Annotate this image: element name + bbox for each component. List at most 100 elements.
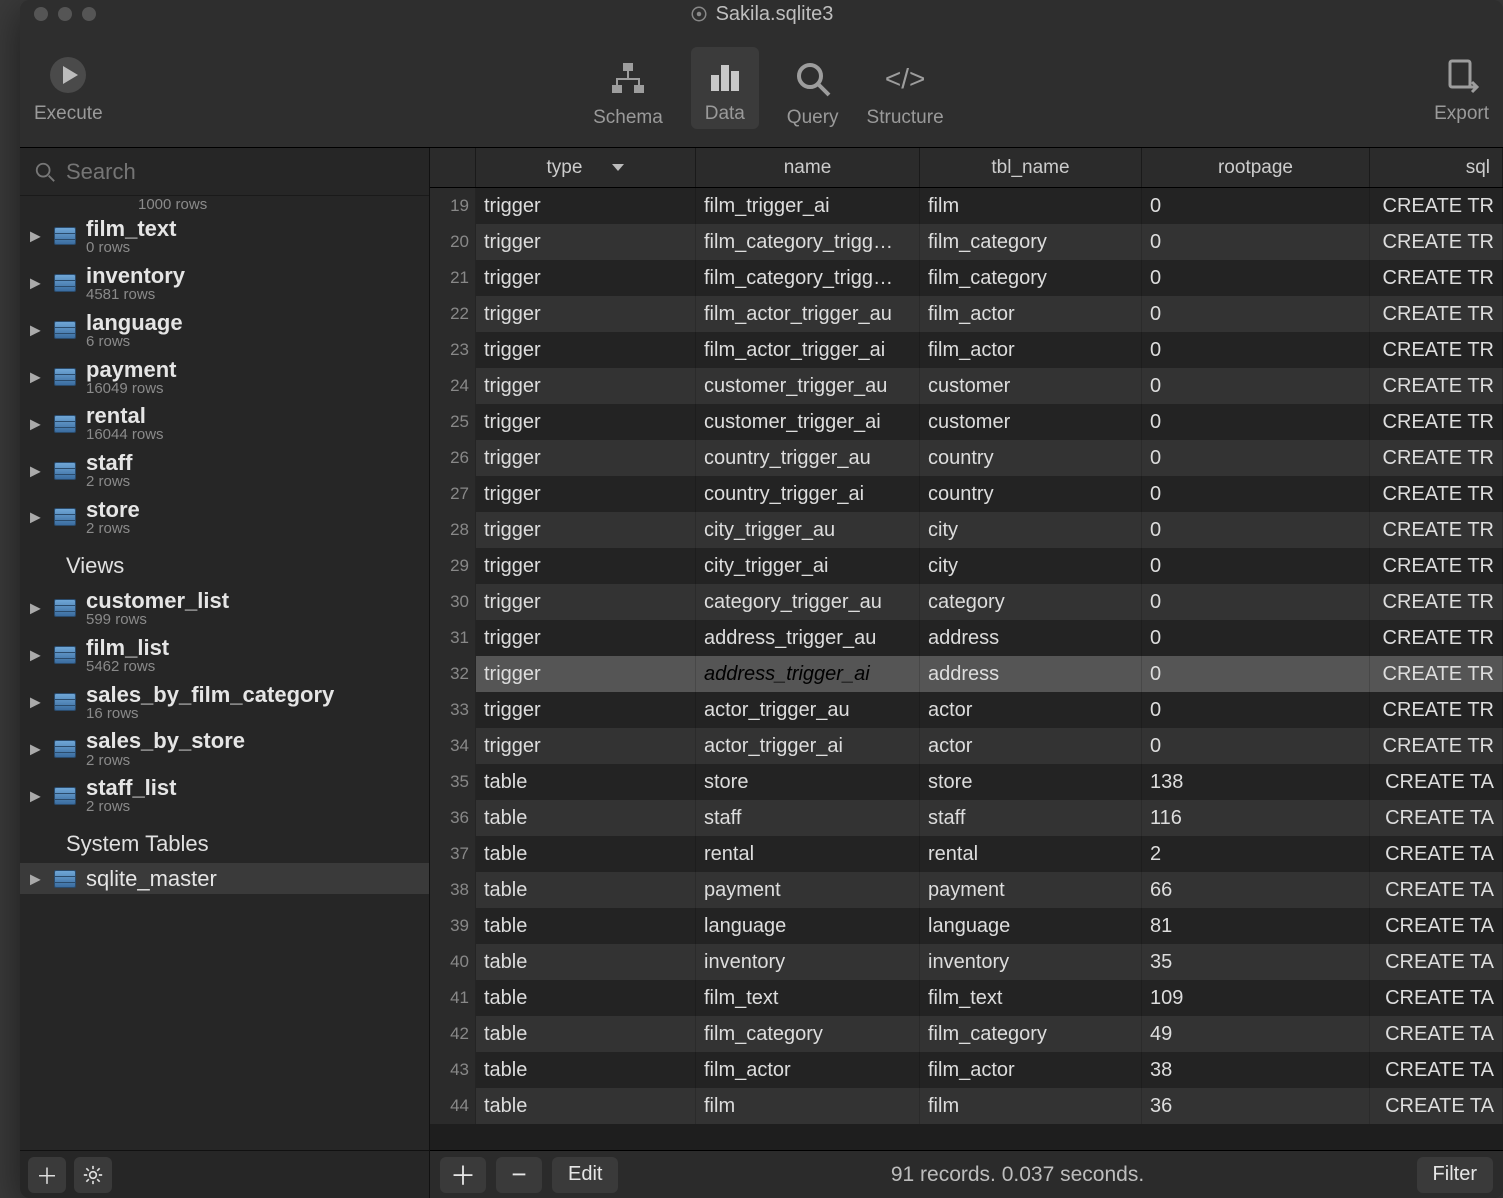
minimize-dot[interactable] xyxy=(58,7,72,21)
table-row[interactable]: 36tablestaffstaff116CREATE TA xyxy=(430,800,1503,836)
table-row[interactable]: 19triggerfilm_trigger_aifilm0CREATE TR xyxy=(430,188,1503,224)
table-row[interactable]: 34triggeractor_trigger_aiactor0CREATE TR xyxy=(430,728,1503,764)
close-dot[interactable] xyxy=(34,7,48,21)
table-row[interactable]: 24triggercustomer_trigger_aucustomer0CRE… xyxy=(430,368,1503,404)
cell-type[interactable]: table xyxy=(476,980,696,1016)
cell-sql[interactable]: CREATE TR xyxy=(1370,728,1503,764)
cell-rootpage[interactable]: 36 xyxy=(1142,1088,1370,1124)
cell-type[interactable]: trigger xyxy=(476,584,696,620)
table-row[interactable]: 30triggercategory_trigger_aucategory0CRE… xyxy=(430,584,1503,620)
cell-rootpage[interactable]: 0 xyxy=(1142,440,1370,476)
cell-sql[interactable]: CREATE TR xyxy=(1370,368,1503,404)
col-type[interactable]: type xyxy=(476,148,696,187)
cell-sql[interactable]: CREATE TR xyxy=(1370,440,1503,476)
cell-sql[interactable]: CREATE TA xyxy=(1370,872,1503,908)
col-name[interactable]: name xyxy=(696,148,920,187)
cell-sql[interactable]: CREATE TR xyxy=(1370,332,1503,368)
sidebar-item-inventory[interactable]: ▶inventory4581 rows xyxy=(20,260,429,307)
table-row[interactable]: 32triggeraddress_trigger_aiaddress0CREAT… xyxy=(430,656,1503,692)
cell-type[interactable]: table xyxy=(476,836,696,872)
cell-type[interactable]: trigger xyxy=(476,224,696,260)
table-row[interactable]: 21triggerfilm_category_trigg…film_catego… xyxy=(430,260,1503,296)
cell-type[interactable]: table xyxy=(476,872,696,908)
cell-name[interactable]: language xyxy=(696,908,920,944)
cell-rootpage[interactable]: 116 xyxy=(1142,800,1370,836)
table-row[interactable]: 33triggeractor_trigger_auactor0CREATE TR xyxy=(430,692,1503,728)
cell-rootpage[interactable]: 0 xyxy=(1142,260,1370,296)
cell-tbl-name[interactable]: film_category xyxy=(920,1016,1142,1052)
cell-name[interactable]: actor_trigger_ai xyxy=(696,728,920,764)
cell-rootpage[interactable]: 0 xyxy=(1142,404,1370,440)
cell-rootpage[interactable]: 49 xyxy=(1142,1016,1370,1052)
cell-tbl-name[interactable]: film xyxy=(920,188,1142,224)
data-tab[interactable]: Data xyxy=(691,47,759,129)
disclosure-icon[interactable]: ▶ xyxy=(30,600,41,617)
cell-rootpage[interactable]: 0 xyxy=(1142,368,1370,404)
cell-sql[interactable]: CREATE TR xyxy=(1370,476,1503,512)
cell-name[interactable]: country_trigger_ai xyxy=(696,476,920,512)
disclosure-icon[interactable]: ▶ xyxy=(30,740,41,757)
table-row[interactable]: 25triggercustomer_trigger_aicustomer0CRE… xyxy=(430,404,1503,440)
table-row[interactable]: 38tablepaymentpayment66CREATE TA xyxy=(430,872,1503,908)
edit-button[interactable]: Edit xyxy=(552,1157,618,1193)
sidebar-item-language[interactable]: ▶language6 rows xyxy=(20,307,429,354)
sidebar-item-film_text[interactable]: ▶film_text0 rows xyxy=(20,213,429,260)
disclosure-icon[interactable]: ▶ xyxy=(30,368,41,385)
cell-type[interactable]: trigger xyxy=(476,296,696,332)
cell-name[interactable]: store xyxy=(696,764,920,800)
cell-sql[interactable]: CREATE TR xyxy=(1370,512,1503,548)
cell-name[interactable]: customer_trigger_au xyxy=(696,368,920,404)
disclosure-icon[interactable]: ▶ xyxy=(30,694,41,711)
cell-tbl-name[interactable]: film_category xyxy=(920,260,1142,296)
cell-sql[interactable]: CREATE TA xyxy=(1370,800,1503,836)
table-row[interactable]: 40tableinventoryinventory35CREATE TA xyxy=(430,944,1503,980)
table-row[interactable]: 27triggercountry_trigger_aicountry0CREAT… xyxy=(430,476,1503,512)
cell-tbl-name[interactable]: language xyxy=(920,908,1142,944)
cell-sql[interactable]: CREATE TR xyxy=(1370,188,1503,224)
cell-rootpage[interactable]: 0 xyxy=(1142,692,1370,728)
cell-rootpage[interactable]: 0 xyxy=(1142,296,1370,332)
cell-type[interactable]: trigger xyxy=(476,656,696,692)
cell-rootpage[interactable]: 0 xyxy=(1142,620,1370,656)
cell-type[interactable]: trigger xyxy=(476,548,696,584)
cell-rootpage[interactable]: 0 xyxy=(1142,332,1370,368)
cell-name[interactable]: film_actor xyxy=(696,1052,920,1088)
cell-type[interactable]: trigger xyxy=(476,620,696,656)
cell-sql[interactable]: CREATE TA xyxy=(1370,764,1503,800)
search-input[interactable] xyxy=(66,159,415,185)
cell-rootpage[interactable]: 0 xyxy=(1142,584,1370,620)
table-row[interactable]: 35tablestorestore138CREATE TA xyxy=(430,764,1503,800)
cell-name[interactable]: address_trigger_au xyxy=(696,620,920,656)
table-row[interactable]: 31triggeraddress_trigger_auaddress0CREAT… xyxy=(430,620,1503,656)
cell-type[interactable]: table xyxy=(476,944,696,980)
cell-tbl-name[interactable]: staff xyxy=(920,800,1142,836)
cell-tbl-name[interactable]: country xyxy=(920,440,1142,476)
cell-name[interactable]: film xyxy=(696,1088,920,1124)
cell-rootpage[interactable]: 81 xyxy=(1142,908,1370,944)
cell-rootpage[interactable]: 109 xyxy=(1142,980,1370,1016)
disclosure-icon[interactable]: ▶ xyxy=(30,870,41,887)
table-row[interactable]: 22triggerfilm_actor_trigger_aufilm_actor… xyxy=(430,296,1503,332)
table-row[interactable]: 43tablefilm_actorfilm_actor38CREATE TA xyxy=(430,1052,1503,1088)
cell-type[interactable]: trigger xyxy=(476,188,696,224)
cell-type[interactable]: table xyxy=(476,800,696,836)
disclosure-icon[interactable]: ▶ xyxy=(30,275,41,292)
table-row[interactable]: 20triggerfilm_category_trigg…film_catego… xyxy=(430,224,1503,260)
cell-rootpage[interactable]: 0 xyxy=(1142,728,1370,764)
cell-rootpage[interactable]: 35 xyxy=(1142,944,1370,980)
cell-sql[interactable]: CREATE TR xyxy=(1370,296,1503,332)
cell-sql[interactable]: CREATE TR xyxy=(1370,584,1503,620)
cell-rootpage[interactable]: 0 xyxy=(1142,188,1370,224)
cell-tbl-name[interactable]: payment xyxy=(920,872,1142,908)
add-button[interactable]: ＋ xyxy=(28,1157,66,1193)
schema-tab[interactable]: Schema xyxy=(593,55,663,129)
cell-rootpage[interactable]: 2 xyxy=(1142,836,1370,872)
cell-tbl-name[interactable]: film_actor xyxy=(920,332,1142,368)
cell-tbl-name[interactable]: country xyxy=(920,476,1142,512)
cell-tbl-name[interactable]: film_category xyxy=(920,224,1142,260)
cell-type[interactable]: table xyxy=(476,1088,696,1124)
cell-name[interactable]: address_trigger_ai xyxy=(696,656,920,692)
table-row[interactable]: 41tablefilm_textfilm_text109CREATE TA xyxy=(430,980,1503,1016)
cell-rootpage[interactable]: 0 xyxy=(1142,476,1370,512)
cell-type[interactable]: trigger xyxy=(476,260,696,296)
